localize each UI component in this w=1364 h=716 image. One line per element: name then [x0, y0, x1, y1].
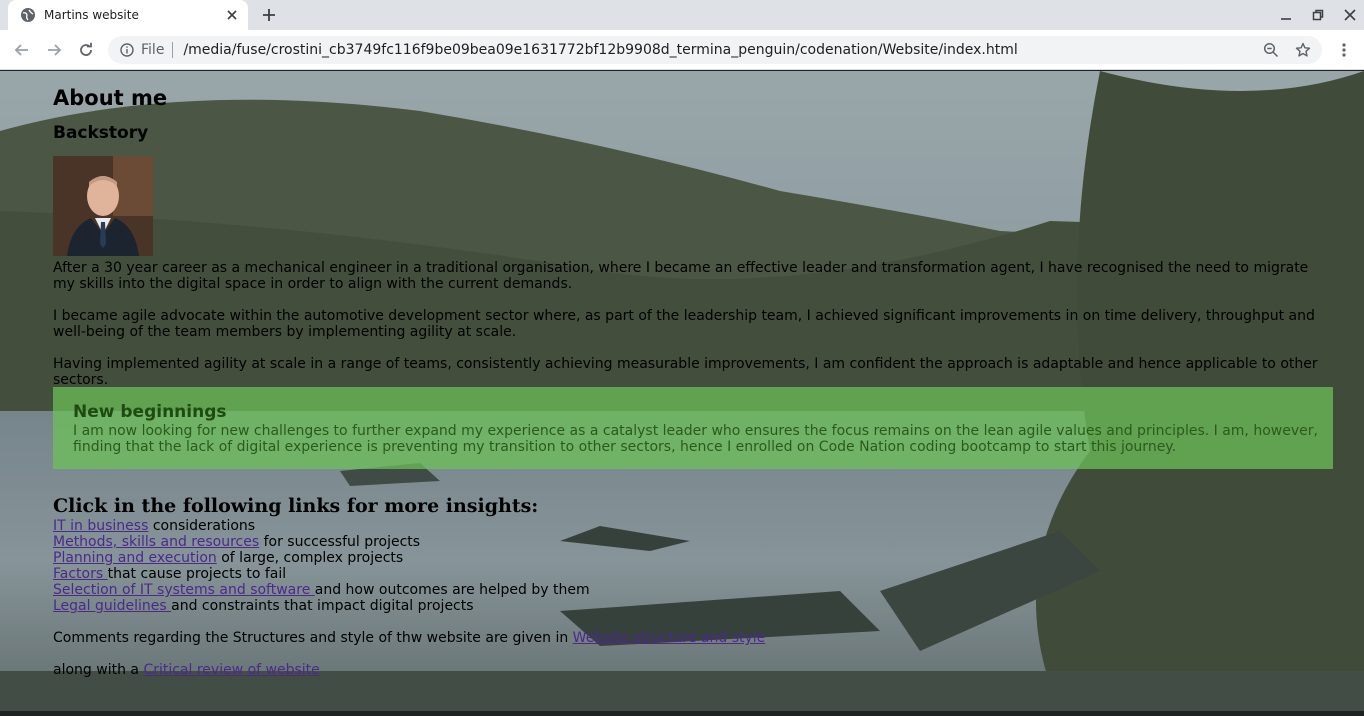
link-selection-it-systems[interactable]: Selection of IT systems and software — [53, 582, 315, 598]
more-menu-icon[interactable] — [1334, 40, 1354, 60]
close-tab-icon[interactable] — [224, 7, 240, 23]
insights-heading: Click in the following links for more in… — [53, 495, 539, 517]
list-item: Methods, skills and resources for succes… — [53, 534, 420, 550]
link-suffix: considerations — [148, 518, 256, 534]
new-tab-button[interactable] — [259, 5, 279, 25]
list-item: IT in business considerations — [53, 518, 255, 534]
link-methods-skills-resources[interactable]: Methods, skills and resources — [53, 534, 259, 550]
list-item: Planning and execution of large, complex… — [53, 550, 403, 566]
list-item: Legal guidelines and constraints that im… — [53, 598, 474, 614]
review-text: along with a — [53, 662, 144, 678]
url-scheme: File — [141, 42, 165, 58]
backstory-paragraph-2: I became agile advocate within the autom… — [53, 308, 1315, 340]
backstory-paragraph-3: Having implemented agility at scale in a… — [53, 356, 1318, 388]
minimize-icon[interactable] — [1278, 7, 1294, 23]
link-suffix: and constraints that impact digital proj… — [171, 598, 474, 614]
globe-icon — [20, 7, 36, 23]
link-suffix: for successful projects — [259, 534, 421, 550]
tab-title: Martins website — [44, 8, 139, 22]
list-item: Selection of IT systems and software and… — [53, 582, 590, 598]
restore-icon[interactable] — [1310, 7, 1326, 23]
list-item: Factors that cause projects to fail — [53, 566, 286, 582]
reload-icon[interactable] — [76, 40, 96, 60]
info-icon[interactable] — [119, 42, 135, 58]
new-beginnings-text: I am now looking for new challenges to f… — [73, 423, 1318, 455]
forward-arrow-icon[interactable] — [44, 40, 64, 60]
url-text[interactable]: /media/fuse/crostini_cb3749fc116f9be09be… — [183, 42, 1262, 58]
comments-text: Comments regarding the Structures and st… — [53, 630, 573, 646]
browser-toolbar: File /media/fuse/crostini_cb3749fc116f9b… — [0, 30, 1364, 70]
profile-photo — [53, 156, 153, 256]
link-legal-guidelines[interactable]: Legal guidelines — [53, 598, 171, 614]
bottom-shelf — [0, 711, 1364, 716]
new-beginnings-title: New beginnings — [73, 402, 227, 422]
link-planning-execution[interactable]: Planning and execution — [53, 550, 217, 566]
page-viewport: About me Backstory After a 30 year caree… — [0, 71, 1364, 711]
url-separator — [172, 42, 174, 58]
page-title: About me — [53, 86, 168, 110]
section-title-backstory: Backstory — [53, 123, 149, 143]
new-beginnings-box: New beginnings I am now looking for new … — [53, 387, 1333, 469]
link-it-in-business[interactable]: IT in business — [53, 518, 148, 534]
back-arrow-icon[interactable] — [12, 40, 32, 60]
bookmark-star-icon[interactable] — [1294, 41, 1312, 59]
backstory-paragraph-1: After a 30 year career as a mechanical e… — [53, 260, 1309, 292]
zoom-icon[interactable] — [1262, 41, 1280, 59]
link-suffix: and how outcomes are helped by them — [314, 582, 590, 598]
link-factors[interactable]: Factors — [53, 566, 108, 582]
review-line: along with a Critical review of website — [53, 662, 320, 678]
link-critical-review[interactable]: Critical review of website — [143, 662, 319, 678]
address-bar[interactable]: File /media/fuse/crostini_cb3749fc116f9b… — [108, 36, 1322, 64]
tab-strip: Martins website — [0, 0, 1364, 30]
comments-line: Comments regarding the Structures and st… — [53, 630, 765, 646]
browser-tab[interactable]: Martins website — [8, 0, 248, 30]
close-window-icon[interactable] — [1342, 7, 1358, 23]
link-suffix: that cause projects to fail — [107, 566, 287, 582]
link-website-structure-style[interactable]: Website structure and style — [573, 630, 766, 646]
link-suffix: of large, complex projects — [216, 550, 404, 566]
